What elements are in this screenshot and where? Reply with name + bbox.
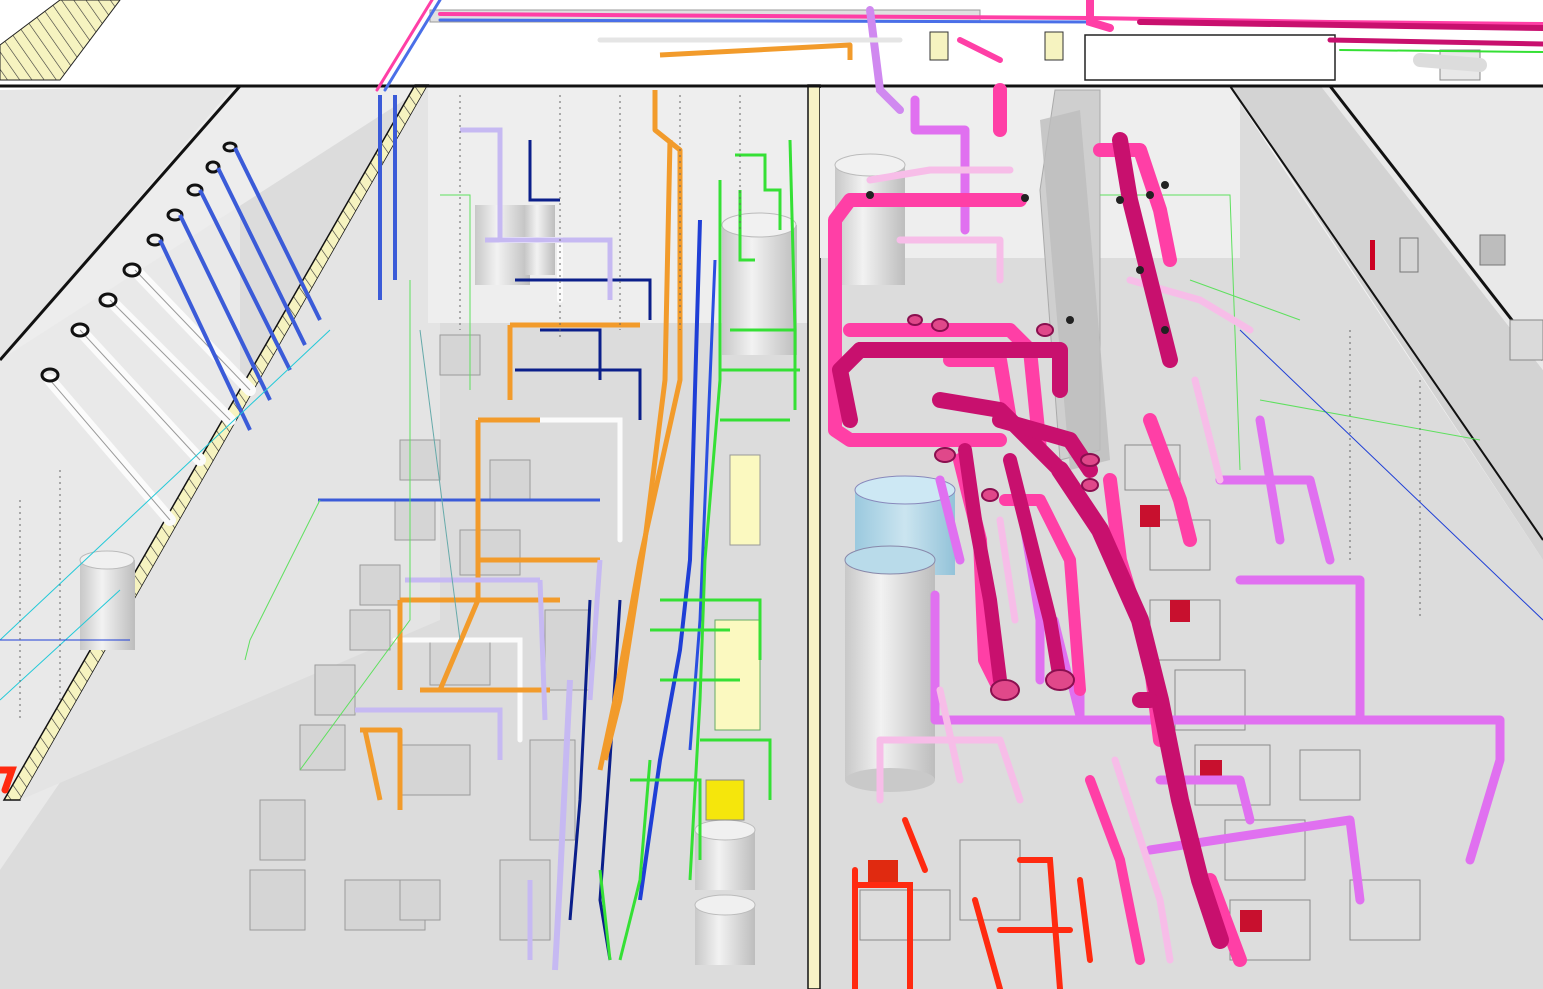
red-pump-4 xyxy=(1240,910,1262,932)
yellow-skid-2 xyxy=(729,454,761,546)
tank-5 xyxy=(79,550,135,650)
red-pump-2 xyxy=(1170,600,1190,622)
tank-6 xyxy=(475,205,555,285)
yellow-skid-3 xyxy=(714,619,761,731)
yellow-pump-skid xyxy=(705,779,745,821)
red-pump-1 xyxy=(1140,505,1160,527)
3d-model-viewport[interactable] xyxy=(0,0,1543,989)
mep-piping-model-view[interactable] xyxy=(0,0,1543,989)
tank-3 xyxy=(844,545,936,792)
tank-1 xyxy=(721,212,797,355)
center-partition xyxy=(807,84,821,989)
